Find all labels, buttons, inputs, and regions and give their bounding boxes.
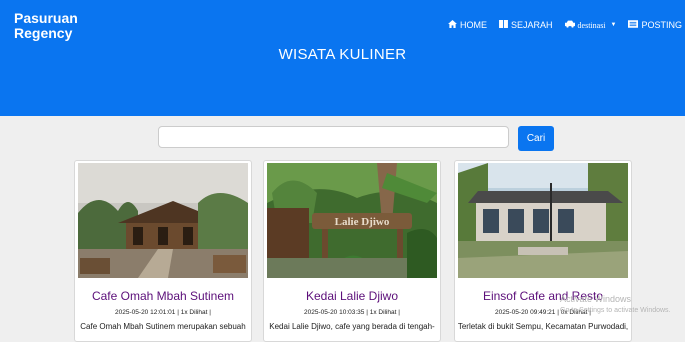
card-image[interactable]: Lalie Djiwo [267, 163, 437, 278]
caret-down-icon: ▼ [610, 22, 617, 28]
post-card[interactable]: Cafe Omah Mbah Sutinem 2025-05-20 12:01:… [74, 160, 252, 342]
brand-logo[interactable]: Pasuruan Regency [14, 11, 104, 41]
card-meta: 2025-05-20 12:01:01 | 1x Dilihat | [115, 309, 211, 316]
watermark-line1: Activate Windows [560, 294, 632, 304]
card-description: Kedai Lalie Djiwo, cafe yang berada di t… [269, 322, 435, 331]
nav-item-sejarah-label: SEJARAH [511, 20, 553, 30]
nav-menu: HOME SEJARAH destinasi ▼ POSTING [448, 20, 682, 30]
book-icon [499, 20, 508, 30]
nav-item-posting-label: POSTING [641, 20, 682, 30]
windows-activation-watermark: Activate Windows Go to Settings to activ… [560, 293, 671, 317]
search-button[interactable]: Cari [518, 126, 554, 151]
card-image[interactable] [458, 163, 628, 278]
newspaper-icon [628, 20, 639, 30]
nav-item-home[interactable]: HOME [448, 20, 487, 30]
shop-sign-text: Lalie Djiwo [335, 216, 390, 228]
nav-item-sejarah[interactable]: SEJARAH [499, 20, 553, 30]
nav-item-posting[interactable]: POSTING [628, 20, 682, 30]
watermark-line2: Go to Settings to activate Windows. [560, 307, 671, 314]
card-description: Terletak di bukit Sempu, Kecamatan Purwo… [457, 322, 629, 331]
search-input[interactable] [158, 126, 509, 148]
page-title: WISATA KULINER [278, 46, 407, 63]
card-meta: 2025-05-20 10:03:35 | 1x Dilihat | [304, 309, 400, 316]
card-title[interactable]: Kedai Lalie Djiwo [264, 289, 440, 303]
hero-banner: WISATA KULINER [0, 46, 685, 116]
card-image[interactable] [78, 163, 248, 278]
car-icon [564, 20, 575, 30]
nav-item-destinasi-label: destinasi [577, 20, 606, 30]
card-title[interactable]: Cafe Omah Mbah Sutinem [75, 289, 251, 303]
home-icon [448, 20, 457, 30]
nav-item-home-label: HOME [460, 20, 488, 30]
post-card[interactable]: Lalie Djiwo Kedai Lalie Djiwo 2025-05-20… [263, 160, 441, 342]
card-description: Cafe Omah Mbah Sutinem merupakan sebuah [80, 322, 246, 331]
nav-item-destinasi[interactable]: destinasi ▼ [564, 20, 617, 30]
navbar: Pasuruan Regency HOME SEJARAH destinasi … [0, 0, 685, 52]
